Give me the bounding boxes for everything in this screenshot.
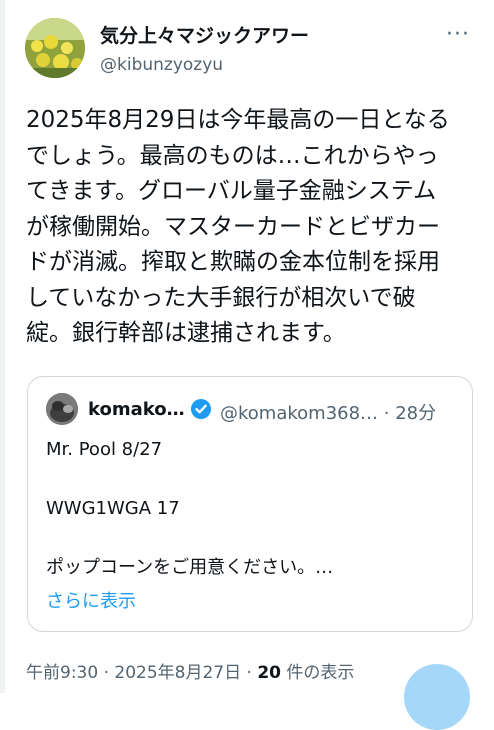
avatar-image [25, 18, 85, 78]
quoted-tweet-card[interactable]: komako… @komakom368… · 28分 Mr. Pool 8/27… [27, 376, 473, 632]
quoted-author-name[interactable]: komako… [88, 399, 185, 420]
view-count: 20 [257, 663, 281, 683]
view-label: 件の表示 [280, 663, 355, 683]
author-handle[interactable]: @kibunzyozyu [100, 55, 223, 75]
show-more-link[interactable]: さらに表示 [46, 587, 136, 613]
quoted-author-avatar[interactable] [46, 393, 78, 425]
tweet-text: 2025年8月29日は今年最高の一日となる でしょう。最高のものは…これからやっ… [26, 107, 450, 346]
verified-badge-icon [191, 399, 211, 419]
more-options-icon[interactable]: ··· [446, 22, 470, 47]
left-divider [0, 0, 5, 693]
quoted-avatar-image [46, 393, 78, 425]
author-display-name[interactable]: 気分上々マジックアワー [100, 21, 309, 48]
tweet-timestamp[interactable]: 午前9:30 · 2025年8月27日 · [26, 663, 257, 683]
compose-button[interactable] [404, 664, 470, 730]
quoted-author-handle-time[interactable]: @komakom368… · 28分 [220, 399, 436, 425]
tweet-metadata: 午前9:30 · 2025年8月27日 · 20 件の表示 [26, 658, 354, 683]
author-avatar[interactable] [25, 18, 85, 78]
quoted-tweet-text: Mr. Pool 8/27 WWG1WGA 17 ポップコーンをご用意ください。… [46, 439, 334, 579]
